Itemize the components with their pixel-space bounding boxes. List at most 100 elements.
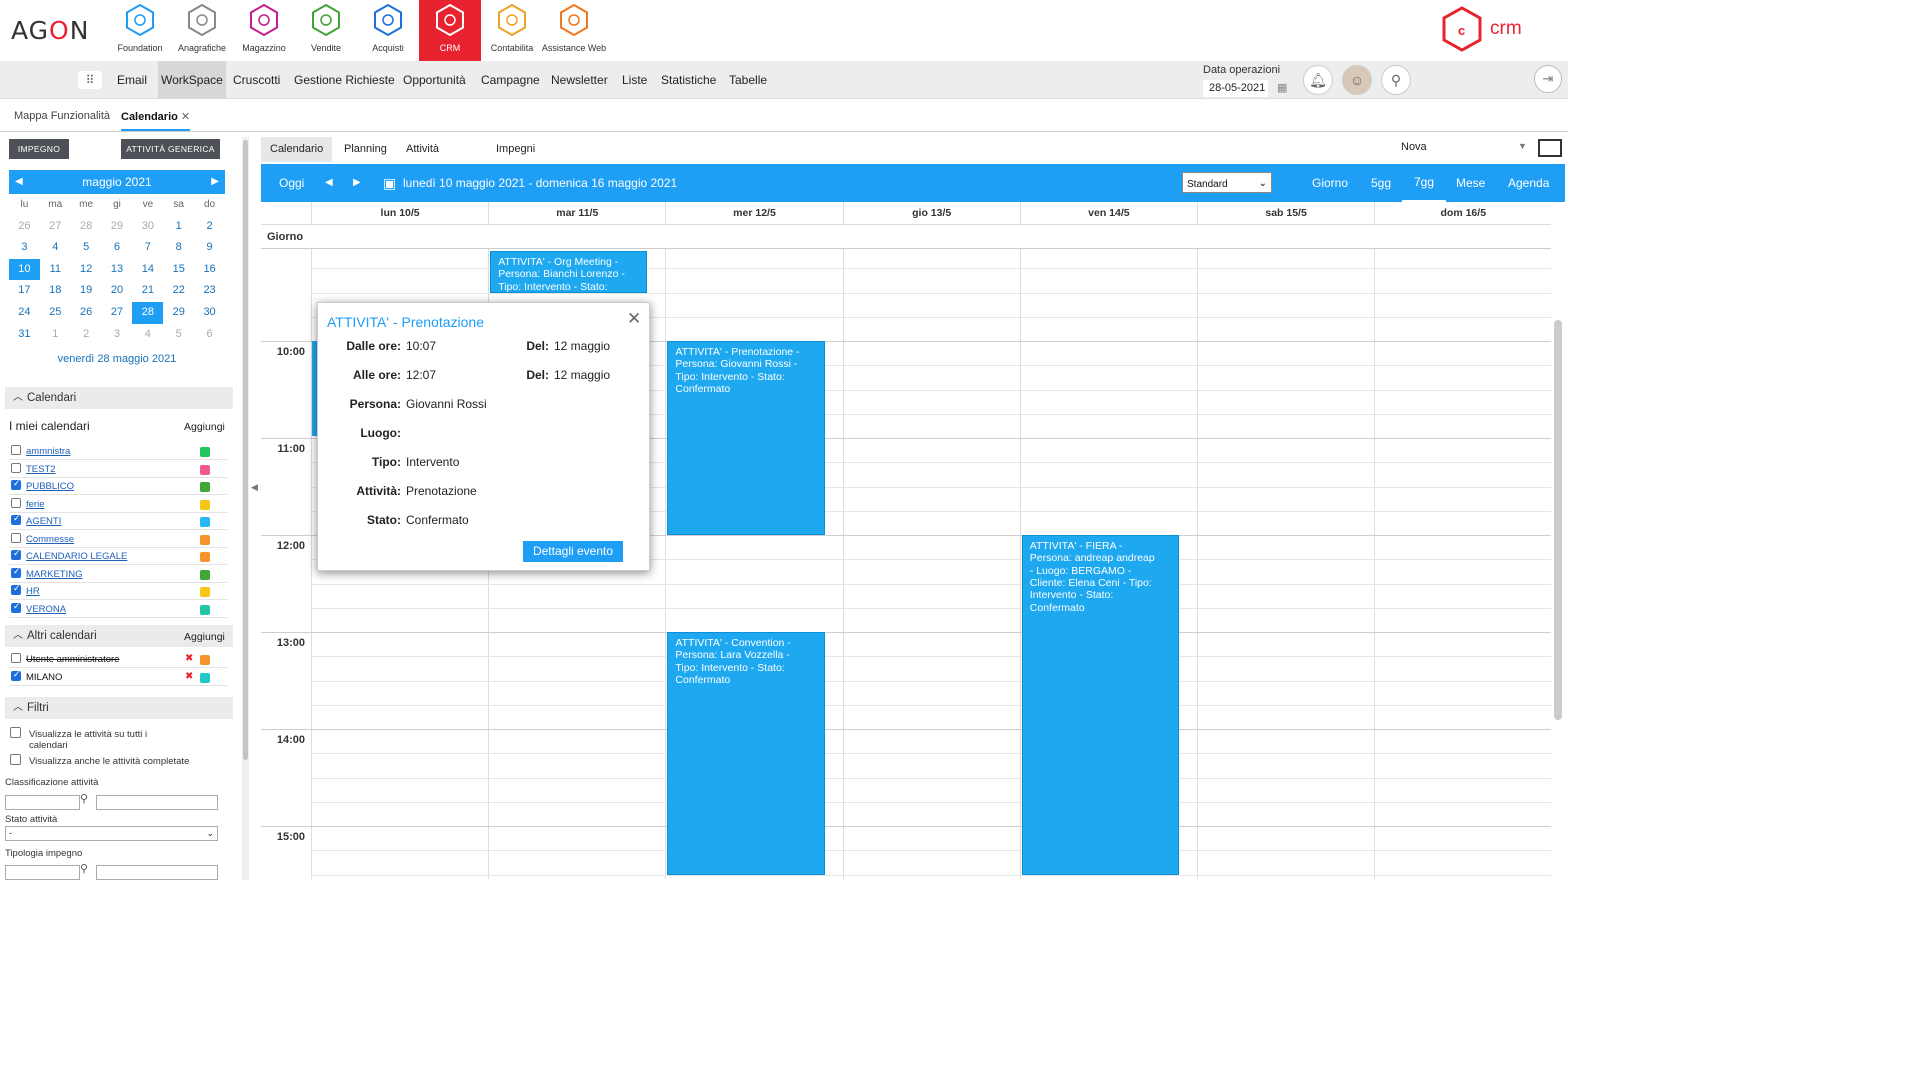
filtri-section[interactable]: ︿ Filtri [5, 697, 233, 719]
aggiungi-link[interactable]: Aggiungi [184, 421, 225, 433]
nav-item-statistiche[interactable]: Statistiche [658, 61, 719, 99]
mini-calendar-day[interactable]: 23 [194, 280, 225, 302]
mini-calendar-day[interactable]: 30 [194, 302, 225, 324]
calendar-color-swatch[interactable] [200, 534, 210, 545]
close-icon[interactable]: ✕ [627, 309, 641, 329]
mini-calendar-day[interactable]: 21 [132, 280, 163, 302]
grid-scrollbar[interactable] [1554, 320, 1562, 720]
day-header[interactable]: gio 13/5 [842, 202, 1020, 225]
module-foundation[interactable]: Foundation [109, 0, 171, 61]
sidebar-scrollbar[interactable] [242, 137, 249, 880]
search-icon[interactable]: ⚲ [80, 792, 88, 805]
calendar-color-swatch[interactable] [200, 499, 210, 510]
calendar-checkbox[interactable] [11, 583, 21, 595]
calendar-color-swatch[interactable] [200, 482, 210, 492]
mini-calendar-day[interactable]: 13 [102, 259, 133, 281]
mini-calendar-day[interactable]: 12 [71, 259, 102, 281]
calendar-event[interactable]: ATTIVITA' - FIERA - Persona: andreap andr… [1021, 535, 1179, 875]
mini-calendar-day[interactable]: 26 [9, 216, 40, 238]
module-acquisti[interactable]: Acquisti [357, 0, 419, 61]
remove-icon[interactable]: ✖ [185, 671, 193, 682]
nav-item-campagne[interactable]: Campagne [478, 61, 543, 99]
classificazione-code-input[interactable] [5, 795, 80, 810]
mini-calendar-day[interactable]: 6 [102, 237, 133, 259]
mini-calendar-day[interactable]: 27 [40, 216, 71, 238]
calendar-color-swatch[interactable] [200, 552, 210, 562]
nav-item-liste[interactable]: Liste [619, 61, 650, 99]
day-header[interactable]: lun 10/5 [311, 202, 488, 225]
tab-calendario[interactable]: Calendario ✕ [121, 110, 191, 131]
view-tab-1[interactable]: Planning [335, 137, 396, 162]
apps-grid-icon[interactable]: ⠿ [78, 71, 102, 89]
calendar-color-swatch[interactable] [200, 447, 210, 457]
mini-calendar-day[interactable]: 4 [132, 324, 163, 346]
search-icon[interactable]: ⚲ [1381, 65, 1411, 95]
day-header[interactable]: dom 16/5 [1374, 202, 1551, 225]
nav-item-newsletter[interactable]: Newsletter [548, 61, 611, 99]
tab-mappa-funzionalita[interactable]: Mappa Funzionalità [14, 110, 110, 122]
calendar-color-swatch[interactable] [200, 655, 210, 665]
filter-completed-checkbox[interactable] [10, 754, 21, 765]
oggi-button[interactable]: Oggi [279, 164, 304, 202]
mini-calendar-day[interactable]: 14 [132, 259, 163, 281]
prev-month-icon[interactable]: ◀ [15, 170, 23, 194]
calendar-checkbox[interactable] [11, 462, 21, 473]
mini-calendar-day[interactable]: 29 [163, 302, 194, 324]
view-7gg[interactable]: 7gg [1402, 164, 1447, 202]
calendari-section[interactable]: ︿ Calendari [5, 387, 233, 409]
mini-calendar-day[interactable]: 10 [9, 258, 40, 281]
view-giorno[interactable]: Giorno [1312, 164, 1348, 202]
mini-calendar-day[interactable]: 15 [163, 259, 194, 281]
day-header[interactable]: mar 11/5 [488, 202, 665, 225]
mini-calendar-day[interactable]: 24 [9, 302, 40, 324]
day-header[interactable]: ven 14/5 [1019, 202, 1197, 225]
calendar-color-swatch[interactable] [200, 604, 210, 615]
calendar-name[interactable]: Utente amministratore [26, 654, 119, 665]
tipologia-code-input[interactable] [5, 865, 80, 880]
module-vendite[interactable]: Vendite [295, 0, 357, 61]
filter-all-calendars-checkbox[interactable] [10, 727, 21, 738]
nav-item-workspace[interactable]: WorkSpace [158, 61, 226, 99]
mini-calendar-day[interactable]: 29 [102, 216, 133, 238]
mini-calendar-day[interactable]: 28 [71, 216, 102, 238]
calendar-color-swatch[interactable] [200, 587, 210, 597]
search-icon[interactable]: ⚲ [80, 862, 88, 875]
remove-icon[interactable]: ✖ [185, 653, 193, 664]
mini-calendar-day[interactable]: 30 [132, 216, 163, 238]
tipologia-desc-input[interactable] [96, 865, 218, 880]
nav-item-email[interactable]: Email [114, 61, 150, 99]
calendar-name[interactable]: ferie [26, 499, 44, 510]
calendar-color-swatch[interactable] [200, 569, 210, 580]
view-5gg[interactable]: 5gg [1371, 164, 1391, 202]
classificazione-desc-input[interactable] [96, 795, 218, 810]
mini-calendar-day[interactable]: 25 [40, 302, 71, 324]
module-contabilita[interactable]: Contabilita [481, 0, 543, 61]
nova-select[interactable]: Nova ▼ [1401, 141, 1531, 153]
today-label[interactable]: venerdì 28 maggio 2021 [0, 353, 234, 365]
close-tab-icon[interactable]: ✕ [181, 111, 190, 123]
calendar-name[interactable]: TEST2 [26, 464, 56, 475]
aggiungi-altri-link[interactable]: Aggiungi [184, 631, 225, 643]
mini-calendar-day[interactable]: 11 [40, 259, 71, 281]
mini-calendar-day[interactable]: 3 [102, 324, 133, 346]
calendar-checkbox[interactable] [11, 445, 21, 455]
view-tab-2[interactable]: Attività da fare [397, 137, 448, 205]
calendar-color-swatch[interactable] [200, 517, 210, 527]
calendar-checkbox[interactable] [11, 548, 21, 560]
module-anagrafiche[interactable]: Anagrafiche [171, 0, 233, 61]
dettagli-evento-button[interactable]: Dettagli evento [523, 541, 623, 562]
module-crm[interactable]: CRM [419, 0, 481, 61]
mini-calendar-day[interactable]: 5 [71, 237, 102, 259]
calendar-checkbox[interactable] [11, 513, 21, 525]
mini-calendar-day[interactable]: 22 [163, 280, 194, 302]
calendar-color-swatch[interactable] [200, 672, 210, 683]
prev-week-icon[interactable]: ◀ [325, 164, 333, 202]
mini-calendar-day[interactable]: 31 [9, 324, 40, 346]
day-header[interactable]: mer 12/5 [665, 202, 842, 225]
bell-icon[interactable]: 🔔︎ [1303, 65, 1333, 95]
attivita-generica-button[interactable]: ATTIVITÀ GENERICA [121, 139, 220, 159]
view-mese[interactable]: Mese [1456, 164, 1485, 202]
view-tab-0[interactable]: Calendario [261, 137, 333, 162]
mini-calendar-day[interactable]: 3 [9, 237, 40, 259]
calendar-icon[interactable]: ▦ [1277, 81, 1287, 94]
